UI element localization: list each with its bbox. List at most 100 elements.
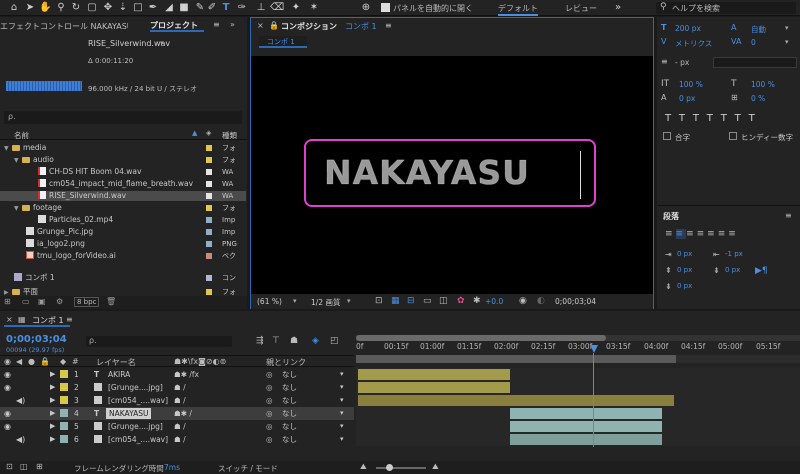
lock-icon[interactable]: 🔒 [269, 21, 279, 30]
layer-bar[interactable] [358, 395, 674, 406]
parent-dropdown[interactable]: なし [282, 420, 297, 433]
exposure-reset-icon[interactable]: ✱ [473, 296, 481, 306]
delete-icon[interactable]: 🗑 [106, 297, 116, 306]
horizontal-scale-value[interactable]: 100 % [751, 80, 775, 89]
expand-triangle-icon[interactable]: ▶ [50, 407, 55, 420]
list-item[interactable]: ▼ footage フォ [0, 203, 246, 213]
new-folder-icon[interactable]: ▭ [22, 297, 30, 306]
layer-switches[interactable]: ☗ / [174, 420, 186, 433]
faux-style-buttons[interactable]: TTTTTTT [665, 113, 763, 124]
label-color[interactable] [60, 383, 68, 391]
baseline-shift-value[interactable]: 0 px [679, 94, 695, 103]
layer-switches[interactable]: ☗✱ /fx [174, 368, 199, 381]
leading-value[interactable]: 自動 [751, 24, 766, 35]
list-item[interactable]: Grunge_Pic.jpg Imp [0, 227, 246, 237]
parent-dropdown[interactable]: なし [282, 433, 297, 446]
layer-name[interactable]: [cm054_....wav] [108, 394, 168, 407]
guides-icon[interactable]: ◫ [439, 296, 448, 306]
brush-tool-icon[interactable]: ✎ [194, 2, 206, 14]
layer-switches[interactable]: ☗✱ / [174, 407, 192, 420]
layer-name[interactable]: [Grunge....jpg] [108, 420, 163, 433]
brush2-tool-icon[interactable]: ✑ [236, 2, 248, 14]
rotate-tool-icon[interactable]: ↻ [70, 2, 82, 14]
expand-triangle-icon[interactable]: ▶ [50, 420, 55, 433]
close-icon[interactable]: × [6, 315, 13, 324]
label-color[interactable] [206, 253, 212, 259]
label-color[interactable] [206, 217, 212, 223]
label-color[interactable] [206, 275, 212, 281]
list-item[interactable]: コンポ 1 コン [0, 273, 246, 283]
sort-arrow-icon[interactable]: ▲ [192, 129, 197, 137]
chevron-down-icon[interactable]: ▾ [785, 38, 789, 46]
expand-triangle-icon[interactable]: ▶ [50, 368, 55, 381]
font-size-value[interactable]: 200 px [675, 24, 701, 33]
anchor-tool-icon[interactable]: ✥ [102, 2, 114, 14]
layer-bar[interactable] [358, 369, 510, 380]
label-color[interactable] [206, 193, 212, 199]
layer-bar[interactable] [510, 421, 662, 432]
camera-tool-icon[interactable]: ▢ [86, 2, 98, 14]
list-item[interactable]: CH-DS HIT Boom 04.wav WA [0, 167, 246, 177]
parent-dropdown[interactable]: なし [282, 394, 297, 407]
work-area-bar[interactable] [356, 355, 676, 363]
chevron-down-icon[interactable]: ▾ [340, 381, 344, 394]
list-item[interactable]: ▼ audio フォ [0, 155, 246, 165]
layer-bar[interactable] [358, 382, 510, 393]
space-after-para-value[interactable]: 0 px [677, 282, 692, 290]
label-color[interactable] [60, 396, 68, 404]
expand-triangle-icon[interactable]: ▼ [14, 156, 22, 166]
switch-mode-toggle[interactable]: スイッチ / モード [218, 463, 278, 474]
expand-triangle-icon[interactable]: ▶ [50, 433, 55, 446]
eraser-tool-icon[interactable]: ⌫ [270, 2, 284, 14]
space-before-value[interactable]: 0 px [677, 266, 692, 274]
resolution-dropdown[interactable]: 1/2 画質 [311, 297, 340, 308]
layer-switches[interactable]: ☗ / [174, 433, 186, 446]
kerning-value[interactable]: メトリクス [675, 38, 712, 49]
list-item[interactable]: ▼ media フォ [0, 143, 246, 153]
text-layer-bounding-box[interactable]: NAKAYASU [304, 139, 596, 207]
auto-open-checkbox[interactable] [381, 3, 390, 12]
snapshot-icon[interactable]: ◉ [519, 296, 527, 306]
direction-ltr-icon[interactable]: ▶¶ [755, 266, 768, 276]
parent-link-header[interactable]: 親とリンク [266, 357, 306, 368]
grid-icon[interactable]: ▭ [423, 296, 432, 306]
pen2-tool-icon[interactable]: ✐ [206, 2, 218, 14]
workspace-review[interactable]: レビュー [565, 3, 597, 14]
mask-icon[interactable]: ⊟ [407, 296, 415, 306]
label-color[interactable] [60, 435, 68, 443]
pickwhip-icon[interactable]: ◎ [266, 368, 273, 381]
list-item[interactable]: ia_logo2.png PNG [0, 239, 246, 249]
hand-tool-icon[interactable]: ✋ [39, 2, 51, 14]
chevron-down-icon[interactable]: ▾ [340, 420, 344, 433]
column-name[interactable]: 名前 [14, 130, 29, 141]
label-color[interactable] [206, 169, 212, 175]
zoom-in-icon[interactable]: ⛰ [432, 462, 439, 472]
parent-dropdown[interactable]: なし [282, 381, 297, 394]
puppet-tool-icon[interactable]: ✶ [308, 2, 320, 14]
chevron-down-icon[interactable]: ▾ [293, 297, 297, 305]
expand-triangle-icon[interactable]: ▶ [50, 394, 55, 407]
color-channel-icon[interactable]: ✿ [457, 296, 465, 306]
expand-triangle-icon[interactable]: ▶ [50, 381, 55, 394]
space-after-value[interactable]: 0 px [725, 266, 740, 274]
label-color[interactable] [206, 145, 212, 151]
pickwhip-icon[interactable]: ◎ [266, 394, 273, 407]
rect-tool-icon[interactable]: ■ [178, 2, 190, 14]
label-color[interactable] [206, 157, 212, 163]
comp-button-icon[interactable]: ⊡ [6, 462, 13, 471]
layer-switches-icon[interactable]: ◫ [20, 462, 28, 471]
zoom-tool-icon[interactable]: ⚲ [55, 2, 67, 14]
label-color[interactable] [206, 229, 212, 235]
eye-icon[interactable]: ◉ [4, 381, 11, 394]
hindi-digits-checkbox[interactable] [729, 132, 737, 140]
workspace-default[interactable]: デフォルト [498, 3, 538, 14]
selection-tool-icon[interactable]: ➤ [24, 2, 36, 14]
dropdown-arrow-icon[interactable]: ◢ [163, 2, 175, 14]
label-color[interactable] [206, 241, 212, 247]
comp-mini-flowchart-icon[interactable]: ⇶ [256, 336, 264, 346]
layer-row-selected[interactable]: ◉ ▶ 4 T NAKAYASU ☗✱ / ◎ なし ▾ [0, 407, 354, 420]
layer-row[interactable]: ◉ ▶ 2 [Grunge....jpg] ☗ / ◎ なし ▾ [0, 381, 354, 394]
comp-tab-label[interactable]: コンポジション [281, 21, 337, 32]
ligature-checkbox[interactable] [663, 132, 671, 140]
panel-menu-icon[interactable]: ≡ [66, 315, 73, 324]
